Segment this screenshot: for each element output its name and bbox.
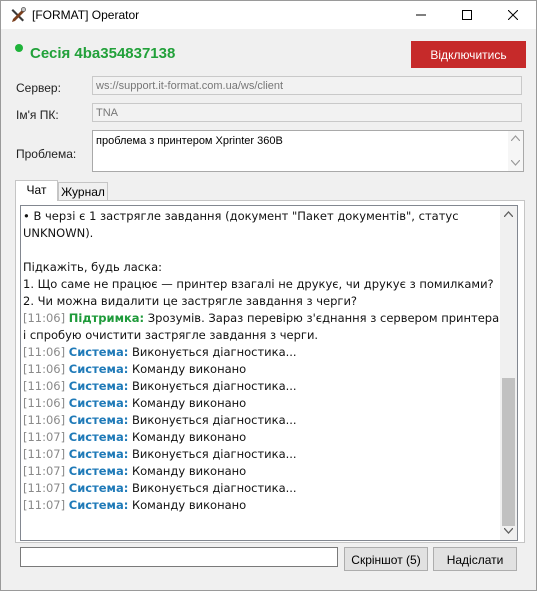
problem-label: Проблема:	[16, 147, 77, 161]
scrollbar-thumb[interactable]	[502, 378, 515, 526]
message-timestamp: [11:06]	[23, 413, 66, 427]
message-text: Виконується діагностика...	[128, 481, 297, 495]
chat-line: 2. Чи можна видалити це застрягле завдан…	[23, 293, 501, 310]
chat-line	[23, 242, 501, 259]
message-text: Виконується діагностика...	[128, 413, 297, 427]
chat-line: [11:07] Система: Команду виконано	[23, 497, 501, 514]
server-label: Сервер:	[16, 81, 61, 95]
problem-textarea[interactable]: проблема з принтером Xprinter 360B	[92, 130, 524, 172]
message-timestamp: [11:07]	[23, 464, 66, 478]
minimize-button[interactable]	[398, 1, 444, 29]
message-sender: Підтримка:	[68, 311, 145, 325]
message-text: • В черзі є 1 застрягле завдання (докуме…	[23, 209, 459, 223]
maximize-button[interactable]	[444, 1, 490, 29]
message-text: UNKNOWN).	[23, 226, 94, 240]
message-text: Команду виконано	[128, 464, 247, 478]
chat-line: [11:07] Система: Команду виконано	[23, 429, 501, 446]
problem-scrollbar[interactable]	[508, 131, 523, 171]
title-bar: [FORMAT] Operator	[1, 1, 536, 29]
app-window: [FORMAT] Operator Сесія 4ba354837138 Від…	[0, 0, 537, 591]
chat-scrollbar[interactable]	[500, 206, 517, 540]
message-timestamp: [11:06]	[23, 311, 66, 325]
chat-line: [11:06] Система: Команду виконано	[23, 395, 501, 412]
chat-line: [11:07] Система: Команду виконано	[23, 463, 501, 480]
message-text: Команду виконано	[128, 362, 247, 376]
scroll-down-arrow-icon	[504, 528, 513, 534]
message-timestamp: [11:07]	[23, 447, 66, 461]
message-timestamp: [11:06]	[23, 362, 66, 376]
close-button[interactable]	[490, 1, 536, 29]
message-timestamp: [11:06]	[23, 396, 66, 410]
message-text: 1. Що саме не працює — принтер взагалі н…	[23, 277, 494, 291]
message-text: Підкажіть, будь ласка:	[23, 260, 162, 274]
message-timestamp: [11:06]	[23, 345, 66, 359]
message-sender: Система:	[68, 430, 129, 444]
message-sender: Система:	[68, 379, 129, 393]
chat-line: [11:06] Система: Виконується діагностика…	[23, 412, 501, 429]
message-sender: Система:	[68, 481, 129, 495]
message-text: Команду виконано	[128, 430, 247, 444]
message-sender: Система:	[68, 345, 129, 359]
message-text: Виконується діагностика...	[128, 379, 297, 393]
message-sender: Система:	[68, 464, 129, 478]
problem-text: проблема з принтером Xprinter 360B	[96, 135, 283, 147]
message-text: Команду виконано	[128, 498, 247, 512]
chat-line: UNKNOWN).	[23, 225, 501, 242]
message-text: 2. Чи можна видалити це застрягле завдан…	[23, 294, 358, 308]
scroll-up-arrow-icon	[511, 135, 520, 141]
chat-line: Підкажіть, будь ласка:	[23, 259, 501, 276]
chat-line: [11:06] Система: Виконується діагностика…	[23, 344, 501, 361]
message-timestamp: [11:06]	[23, 379, 66, 393]
message-input[interactable]	[20, 547, 338, 567]
pc-name-label: Ім'я ПК:	[16, 108, 59, 122]
tab-log[interactable]: Журнал	[58, 182, 108, 201]
message-timestamp: [11:07]	[23, 430, 66, 444]
message-sender: Система:	[68, 396, 129, 410]
screenshot-button[interactable]: Скріншот (5)	[344, 547, 428, 571]
chat-messages: • В черзі є 1 застрягле завдання (докуме…	[23, 208, 501, 514]
send-button[interactable]: Надіслати	[433, 547, 517, 571]
message-text: Зрозумів. Зараз перевірю з'єднання з сер…	[144, 311, 500, 325]
message-text: Команду виконано	[128, 396, 247, 410]
tab-chat[interactable]: Чат	[15, 180, 58, 201]
session-title: Сесія 4ba354837138	[30, 45, 176, 62]
chat-log[interactable]: • В черзі є 1 застрягле завдання (докуме…	[20, 205, 518, 541]
message-text: і спробую очистити застрягле завдання з …	[23, 328, 319, 342]
chat-line: [11:06] Підтримка: Зрозумів. Зараз перев…	[23, 310, 501, 327]
chat-line: 1. Що саме не працює — принтер взагалі н…	[23, 276, 501, 293]
message-text: Виконується діагностика...	[128, 345, 297, 359]
status-dot-icon	[15, 44, 23, 52]
server-field: ws://support.it-format.com.ua/ws/client	[92, 76, 522, 95]
chat-line: і спробую очистити застрягле завдання з …	[23, 327, 501, 344]
pc-name-field: TNA	[92, 103, 522, 122]
message-text: Виконується діагностика...	[128, 447, 297, 461]
chat-line: [11:07] Система: Виконується діагностика…	[23, 480, 501, 497]
message-timestamp: [11:07]	[23, 481, 66, 495]
chat-line: [11:07] Система: Виконується діагностика…	[23, 446, 501, 463]
chat-line: • В черзі є 1 застрягле завдання (докуме…	[23, 208, 501, 225]
chat-line: [11:06] Система: Виконується діагностика…	[23, 378, 501, 395]
window-title: [FORMAT] Operator	[32, 8, 140, 22]
message-sender: Система:	[68, 413, 129, 427]
message-sender: Система:	[68, 362, 129, 376]
maximize-icon	[462, 10, 472, 20]
chat-line: [11:06] Система: Команду виконано	[23, 361, 501, 378]
message-sender: Система:	[68, 498, 129, 512]
tools-icon	[11, 7, 26, 22]
scroll-down-arrow-icon	[511, 160, 520, 166]
close-icon	[508, 10, 518, 20]
message-sender: Система:	[68, 447, 129, 461]
disconnect-button[interactable]: Відключитись	[411, 41, 526, 68]
minimize-icon	[416, 14, 426, 16]
message-timestamp: [11:07]	[23, 498, 66, 512]
scroll-up-arrow-icon	[504, 211, 513, 217]
